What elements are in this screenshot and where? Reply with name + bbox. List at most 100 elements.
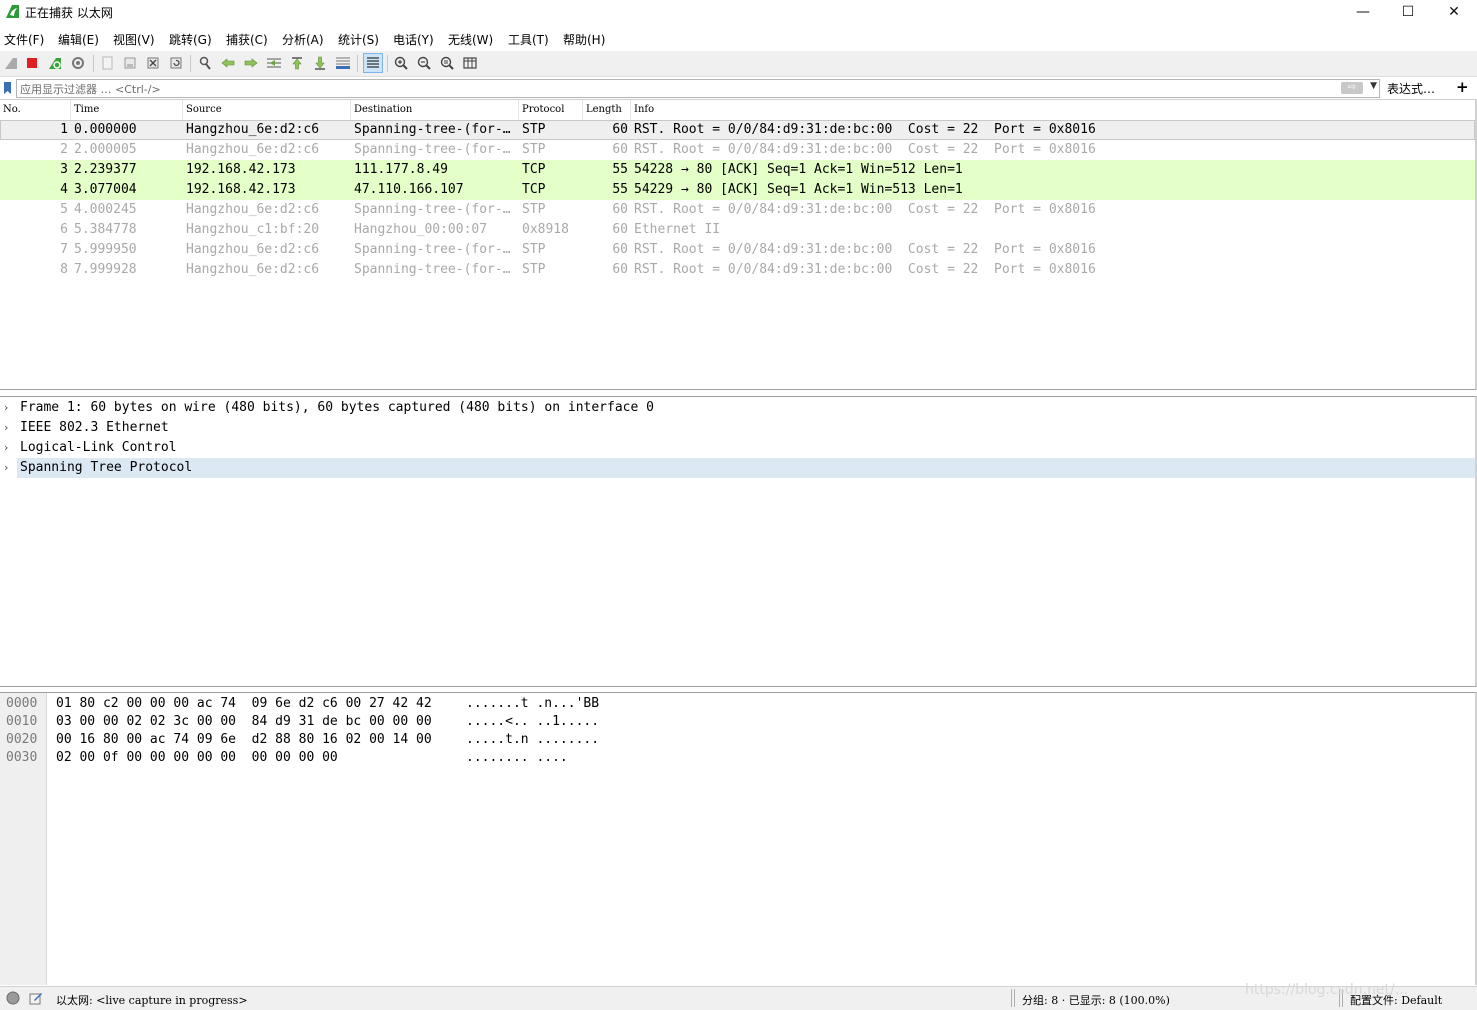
menu-file[interactable]: 文件(F) [4, 31, 44, 48]
shark-fin-start-icon[interactable] [3, 55, 19, 71]
go-to-packet-icon[interactable] [266, 55, 282, 71]
packet-row[interactable]: 8 7.999928 Hangzhou_6e:d2:c6 Spanning-tree-… [0, 260, 1475, 280]
cell-source: Hangzhou_6e:d2:c6 [186, 262, 320, 277]
expert-info-icon[interactable] [6, 991, 20, 1005]
resize-columns-icon[interactable] [462, 55, 478, 71]
cell-info: RST. Root = 0/0/84:d9:31:de:bc:00 Cost =… [634, 262, 1096, 277]
menu-help[interactable]: 帮助(H) [563, 31, 605, 48]
reload-file-icon[interactable] [168, 55, 184, 71]
menu-capture[interactable]: 捕获(C) [226, 31, 268, 48]
hex-ascii[interactable]: .....t.n ........ [466, 731, 599, 749]
detail-tree-label: Frame 1: 60 bytes on wire (480 bits), 60… [20, 400, 654, 415]
packet-row[interactable]: 4 3.077004 192.168.42.173 47.110.166.107 TCP… [0, 180, 1475, 200]
menu-tools[interactable]: 工具(T) [508, 31, 549, 48]
hex-bytes[interactable]: 03 00 00 02 02 3c 00 00 84 d9 31 de bc 0… [56, 713, 432, 731]
display-filter-input[interactable]: 应用显示过滤器 … <Ctrl-/> ⇨ ▼ [16, 79, 1380, 98]
menu-go[interactable]: 跳转(G) [169, 31, 212, 48]
detail-tree-item[interactable]: › IEEE 802.3 Ethernet [0, 418, 1475, 438]
edit-comment-icon[interactable] [29, 991, 43, 1005]
cell-info: RST. Root = 0/0/84:d9:31:de:bc:00 Cost =… [634, 242, 1096, 257]
hex-bytes[interactable]: 02 00 0f 00 00 00 00 00 00 00 00 00 [56, 749, 338, 767]
column-header-length[interactable]: Length [583, 100, 631, 120]
cell-protocol: TCP [522, 162, 546, 177]
minimize-button[interactable]: — [1340, 0, 1386, 24]
menu-statistics[interactable]: 统计(S) [338, 31, 379, 48]
column-header-no[interactable]: No. [0, 100, 71, 120]
hex-bytes[interactable]: 01 80 c2 00 00 00 ac 74 09 6e d2 c6 00 2… [56, 695, 432, 713]
save-file-icon[interactable] [122, 55, 138, 71]
expand-chevron-icon[interactable]: › [4, 438, 8, 458]
toolbar-separator [190, 55, 191, 72]
stop-capture-icon[interactable] [24, 55, 40, 71]
selection-highlight [17, 458, 1475, 478]
add-filter-button[interactable]: + [1456, 78, 1469, 96]
packet-list-pane: No. Time Source Destination Protocol Len… [0, 100, 1477, 390]
cell-info: RST. Root = 0/0/84:d9:31:de:bc:00 Cost =… [634, 142, 1096, 157]
filter-history-dropdown-icon[interactable]: ▼ [1370, 81, 1377, 91]
maximize-button[interactable]: ☐ [1385, 0, 1431, 24]
packet-bytes-pane: 0000 01 80 c2 00 00 00 ac 74 09 6e d2 c6 … [0, 692, 1477, 985]
auto-scroll-icon[interactable] [335, 55, 351, 71]
capture-status-text: 以太网: <live capture in progress> [56, 994, 248, 1007]
cell-source: 192.168.42.173 [186, 182, 296, 197]
column-header-protocol[interactable]: Protocol [519, 100, 583, 120]
expand-chevron-icon[interactable]: › [4, 398, 8, 418]
cell-destination: Spanning-tree-(for-… [354, 202, 511, 217]
column-header-source[interactable]: Source [183, 100, 351, 120]
menu-view[interactable]: 视图(V) [113, 31, 155, 48]
close-button[interactable]: ✕ [1431, 0, 1477, 24]
expression-button[interactable]: 表达式… [1387, 80, 1435, 97]
packet-row[interactable]: 2 2.000005 Hangzhou_6e:d2:c6 Spanning-tree-… [0, 140, 1475, 160]
cell-source: Hangzhou_6e:d2:c6 [186, 142, 320, 157]
zoom-in-icon[interactable] [393, 55, 409, 71]
packet-row[interactable]: 6 5.384778 Hangzhou_c1:bf:20 Hangzhou_00:00… [0, 220, 1475, 240]
hex-bytes[interactable]: 00 16 80 00 ac 74 09 6e d2 88 80 16 02 0… [56, 731, 432, 749]
hex-ascii[interactable]: .....<.. ..1..... [466, 713, 599, 731]
zoom-out-icon[interactable] [416, 55, 432, 71]
go-last-packet-icon[interactable] [312, 55, 328, 71]
cell-length: 60 [612, 262, 628, 277]
go-forward-icon[interactable] [243, 55, 259, 71]
cell-source: Hangzhou_6e:d2:c6 [186, 202, 320, 217]
cell-no: 5 [60, 202, 68, 217]
window-title: 正在捕获 以太网 [25, 6, 113, 20]
close-file-icon[interactable] [145, 55, 161, 71]
detail-tree-item[interactable]: › Frame 1: 60 bytes on wire (480 bits), 6… [0, 398, 1475, 418]
expand-chevron-icon[interactable]: › [4, 458, 8, 478]
packet-row[interactable]: 5 4.000245 Hangzhou_6e:d2:c6 Spanning-tree-… [0, 200, 1475, 220]
packet-row[interactable]: 3 2.239377 192.168.42.173 111.177.8.49 TCP 55… [0, 160, 1475, 180]
expand-chevron-icon[interactable]: › [4, 418, 8, 438]
hex-ascii[interactable]: .......t .n...'BB [466, 695, 599, 713]
capture-options-icon[interactable] [70, 55, 86, 71]
restart-capture-icon[interactable] [47, 55, 63, 71]
cell-length: 55 [612, 162, 628, 177]
open-file-icon[interactable] [99, 55, 115, 71]
find-packet-icon[interactable] [197, 55, 213, 71]
column-header-time[interactable]: Time [71, 100, 183, 120]
packet-row[interactable]: 1 0.000000 Hangzhou_6e:d2:c6 Spanning-tree-… [0, 120, 1475, 140]
detail-tree-item[interactable]: › Logical-Link Control [0, 438, 1475, 458]
cell-protocol: STP [522, 142, 546, 157]
cell-length: 60 [612, 222, 628, 237]
menu-telephony[interactable]: 电话(Y) [393, 31, 434, 48]
column-header-destination[interactable]: Destination [351, 100, 519, 120]
hex-ascii[interactable]: ........ .... [466, 749, 568, 767]
cell-no: 4 [60, 182, 68, 197]
bookmark-icon[interactable] [3, 81, 12, 95]
go-back-icon[interactable] [220, 55, 236, 71]
go-first-packet-icon[interactable] [289, 55, 305, 71]
menu-analyze[interactable]: 分析(A) [282, 31, 324, 48]
watermark: https://blog.csdn.net/... [1245, 982, 1409, 998]
colorize-icon[interactable] [363, 53, 383, 73]
detail-tree-label: Logical-Link Control [20, 440, 177, 455]
cell-protocol: STP [522, 122, 546, 137]
packet-row[interactable]: 7 5.999950 Hangzhou_6e:d2:c6 Spanning-tree-… [0, 240, 1475, 260]
cell-source: 192.168.42.173 [186, 162, 296, 177]
detail-tree-item[interactable]: › Spanning Tree Protocol [0, 458, 1475, 478]
menu-edit[interactable]: 编辑(E) [58, 31, 99, 48]
menu-wireless[interactable]: 无线(W) [448, 31, 493, 48]
apply-filter-arrow-icon[interactable]: ⇨ [1341, 82, 1363, 94]
normal-size-icon[interactable] [439, 55, 455, 71]
column-header-info[interactable]: Info [631, 100, 1475, 120]
packet-count-text: 分组: 8 · 已显示: 8 (100.0%) [1022, 994, 1170, 1007]
